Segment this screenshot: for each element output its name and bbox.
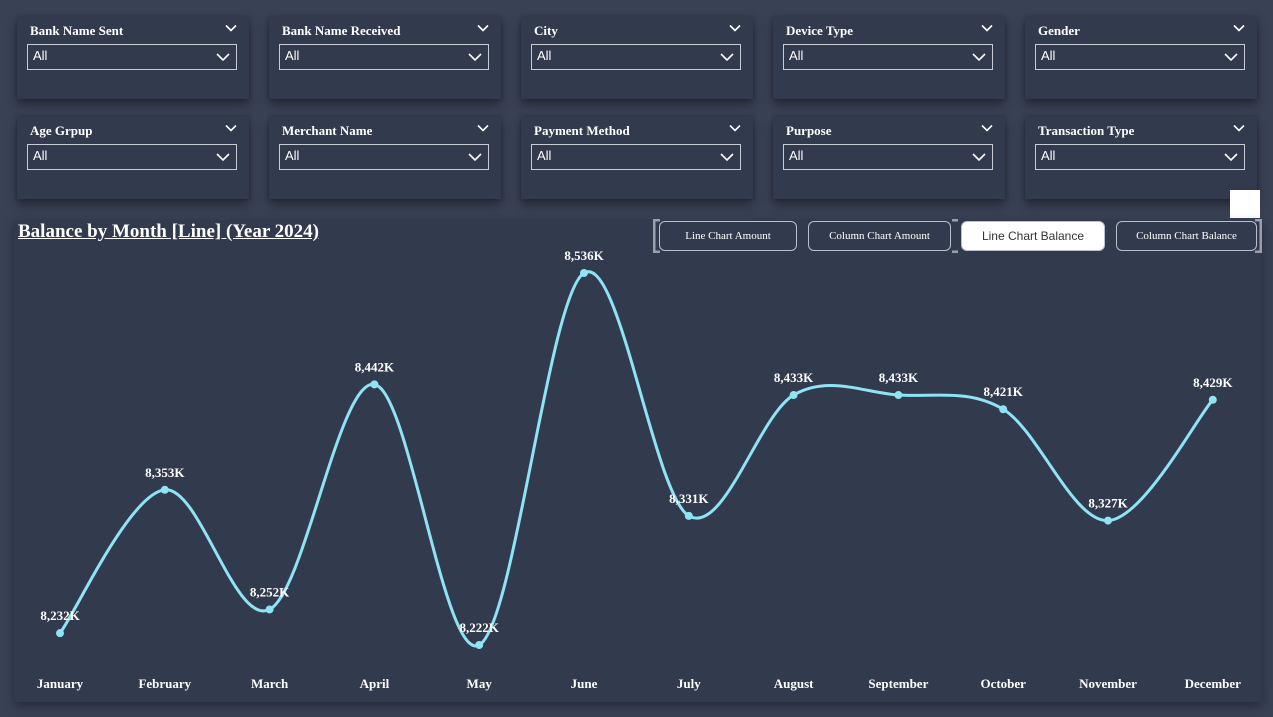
data-label-february: 8,353K: [145, 465, 185, 480]
data-point-june[interactable]: [580, 269, 588, 277]
data-label-march: 8,252K: [250, 584, 290, 599]
data-label-august: 8,433K: [774, 370, 814, 385]
x-tick-label-december: December: [1185, 676, 1242, 691]
data-point-april[interactable]: [370, 380, 379, 389]
data-point-november[interactable]: [1104, 516, 1112, 525]
x-tick-label-july: July: [677, 676, 701, 691]
x-tick-label-november: November: [1079, 676, 1137, 691]
x-tick-label-january: January: [37, 676, 84, 691]
data-label-july: 8,331K: [669, 491, 709, 506]
x-tick-label-june: June: [571, 676, 598, 691]
data-label-january: 8,232K: [40, 608, 80, 623]
data-label-december: 8,429K: [1193, 375, 1233, 390]
series-line-balance: [58, 270, 1214, 648]
x-tick-label-april: April: [360, 676, 390, 691]
data-point-february[interactable]: [160, 485, 169, 494]
data-label-may: 8,222K: [460, 620, 500, 635]
x-tick-label-march: March: [251, 676, 289, 691]
x-tick-label-october: October: [980, 676, 1026, 691]
data-point-january[interactable]: [56, 629, 64, 638]
data-point-march[interactable]: [265, 605, 274, 614]
data-label-november: 8,327K: [1088, 496, 1128, 511]
data-label-april: 8,442K: [355, 359, 395, 374]
data-point-may[interactable]: [475, 641, 484, 649]
x-tick-label-september: September: [868, 676, 928, 691]
data-label-september: 8,433K: [879, 370, 919, 385]
x-tick-label-august: August: [774, 676, 814, 691]
data-point-october[interactable]: [999, 405, 1008, 414]
balance-line-chart: 8,232K January 8,353K February 8,252K March 8,…: [37, 248, 1242, 691]
data-point-december[interactable]: [1208, 395, 1217, 404]
data-point-august[interactable]: [789, 391, 798, 400]
data-point-september[interactable]: [894, 391, 903, 400]
x-tick-label-may: May: [467, 676, 493, 691]
data-label-june: 8,536K: [564, 248, 604, 263]
x-tick-label-february: February: [138, 676, 191, 691]
data-label-october: 8,421K: [984, 384, 1024, 399]
data-point-july[interactable]: [684, 511, 693, 520]
